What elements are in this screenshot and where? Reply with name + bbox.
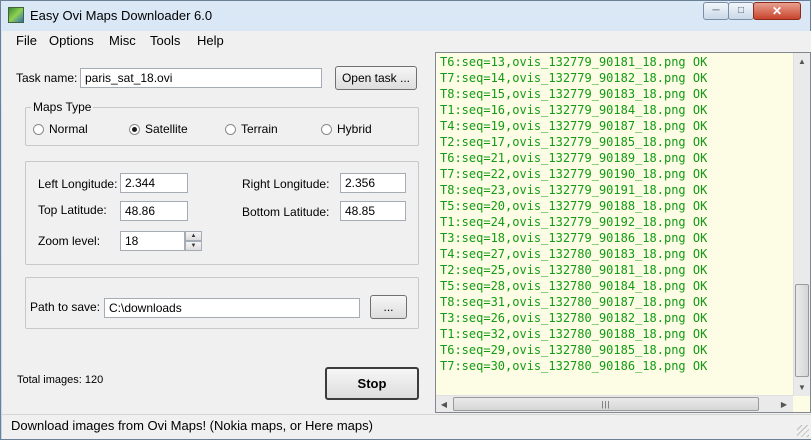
- horizontal-scrollbar[interactable]: ◀ ||| ▶: [436, 395, 793, 412]
- top-latitude-input[interactable]: 48.86: [120, 201, 188, 221]
- radio-selected-dot: [132, 126, 137, 132]
- scroll-left-icon[interactable]: ◀: [436, 396, 452, 412]
- menu-options-label: Options: [49, 33, 94, 48]
- bottom-latitude-label: Bottom Latitude:: [242, 205, 330, 219]
- path-to-save-label: Path to save:: [30, 300, 101, 314]
- coordinates-group: Left Longitude: 2.344 Right Longitude: 2…: [25, 161, 419, 265]
- log-line: T2:seq=17,ovis_132779_90185_18.png OK: [440, 135, 708, 149]
- close-button[interactable]: ✕: [753, 2, 801, 20]
- zoom-level-label: Zoom level:: [38, 234, 101, 248]
- log-line: T1:seq=16,ovis_132779_90184_18.png OK: [440, 103, 708, 117]
- log-line: T6:seq=29,ovis_132780_90185_18.png OK: [440, 343, 708, 357]
- right-longitude-label: Right Longitude:: [242, 177, 330, 191]
- open-task-button[interactable]: Open task ...: [335, 66, 417, 90]
- menu-misc[interactable]: Misc: [109, 33, 136, 48]
- menu-tools-label: Tools: [150, 33, 181, 48]
- log-line: T4:seq=19,ovis_132779_90187_18.png OK: [440, 119, 708, 133]
- minimize-icon: ─: [712, 5, 720, 16]
- log-line: T3:seq=18,ovis_132779_90186_18.png OK: [440, 231, 708, 245]
- menu-file-label: File: [16, 33, 37, 48]
- window-title: Easy Ovi Maps Downloader 6.0: [30, 8, 213, 23]
- radio-hybrid[interactable]: Hybrid: [321, 122, 372, 136]
- scroll-down-icon[interactable]: ▼: [794, 379, 810, 396]
- log-line: T7:seq=30,ovis_132780_90186_18.png OK: [440, 359, 708, 373]
- maps-type-title: Maps Type: [31, 100, 94, 114]
- radio-hybrid-circle: [321, 123, 332, 135]
- radio-normal-circle: [33, 123, 44, 135]
- menu-misc-label: Misc: [109, 33, 136, 48]
- task-name-input[interactable]: paris_sat_18.ovi: [80, 68, 322, 88]
- log-line: T4:seq=27,ovis_132780_90183_18.png OK: [440, 247, 708, 261]
- menu-help-label: Help: [197, 33, 224, 48]
- path-group: Path to save: C:\downloads ...: [25, 277, 419, 329]
- log-line: T2:seq=25,ovis_132780_90181_18.png OK: [440, 263, 708, 277]
- radio-terrain-circle: [225, 123, 236, 135]
- title-bar: Easy Ovi Maps Downloader 6.0 ─ □ ✕: [1, 1, 810, 31]
- log-line: T7:seq=22,ovis_132779_90190_18.png OK: [440, 167, 708, 181]
- maximize-button[interactable]: □: [728, 2, 754, 20]
- log-line: T5:seq=28,ovis_132780_90184_18.png OK: [440, 279, 708, 293]
- right-longitude-input[interactable]: 2.356: [340, 173, 406, 193]
- resize-grip-icon[interactable]: [797, 425, 809, 437]
- log-lines: T6:seq=13,ovis_132779_90181_18.png OK T7:…: [440, 54, 707, 374]
- radio-satellite-circle: [129, 123, 140, 135]
- horizontal-scroll-thumb[interactable]: |||: [453, 397, 759, 411]
- spin-up-icon[interactable]: ▲: [185, 231, 202, 241]
- status-text: Download images from Ovi Maps! (Nokia ma…: [11, 418, 373, 433]
- top-latitude-label: Top Latitude:: [38, 203, 107, 217]
- log-line: T1:seq=32,ovis_132780_90188_18.png OK: [440, 327, 708, 341]
- bottom-latitude-input[interactable]: 48.85: [340, 201, 406, 221]
- path-to-save-input[interactable]: C:\downloads: [104, 298, 360, 318]
- menu-tools[interactable]: Tools: [150, 33, 180, 48]
- menu-options[interactable]: Options: [49, 33, 94, 48]
- menu-file[interactable]: File: [16, 33, 37, 48]
- zoom-level-input[interactable]: 18: [120, 231, 185, 251]
- radio-normal[interactable]: Normal: [33, 122, 88, 136]
- radio-terrain[interactable]: Terrain: [225, 122, 278, 136]
- log-panel[interactable]: T6:seq=13,ovis_132779_90181_18.png OK T7:…: [435, 52, 811, 413]
- scroll-up-icon[interactable]: ▲: [794, 53, 810, 70]
- maximize-icon: □: [737, 5, 745, 16]
- status-bar: Download images from Ovi Maps! (Nokia ma…: [2, 414, 811, 439]
- vertical-scrollbar[interactable]: ▲ ▼: [793, 53, 810, 396]
- log-line: T6:seq=13,ovis_132779_90181_18.png OK: [440, 55, 708, 69]
- task-name-label: Task name:: [16, 71, 78, 85]
- scroll-right-icon[interactable]: ▶: [776, 396, 792, 412]
- radio-hybrid-label: Hybrid: [337, 122, 372, 136]
- stop-button[interactable]: Stop: [325, 367, 419, 400]
- log-line: T6:seq=21,ovis_132779_90189_18.png OK: [440, 151, 708, 165]
- menu-bar: File Options Misc Tools Help: [2, 31, 811, 51]
- menu-help[interactable]: Help: [197, 33, 224, 48]
- log-line: T7:seq=14,ovis_132779_90182_18.png OK: [440, 71, 708, 85]
- spin-down-icon[interactable]: ▼: [185, 241, 202, 251]
- app-icon: [8, 7, 24, 23]
- log-line: T8:seq=15,ovis_132779_90183_18.png OK: [440, 87, 708, 101]
- total-images-text: Total images: 120: [17, 374, 104, 386]
- close-icon: ✕: [771, 4, 783, 18]
- log-line: T8:seq=31,ovis_132780_90187_18.png OK: [440, 295, 708, 309]
- minimize-button[interactable]: ─: [703, 2, 729, 20]
- log-line: T8:seq=23,ovis_132779_90191_18.png OK: [440, 183, 708, 197]
- left-longitude-input[interactable]: 2.344: [120, 173, 188, 193]
- zoom-spinner[interactable]: ▲ ▼: [185, 231, 202, 251]
- log-line: T1:seq=24,ovis_132779_90192_18.png OK: [440, 215, 708, 229]
- radio-satellite[interactable]: Satellite: [129, 122, 188, 136]
- radio-satellite-label: Satellite: [145, 122, 188, 136]
- browse-button[interactable]: ...: [370, 295, 407, 319]
- vertical-scroll-thumb[interactable]: [795, 284, 809, 377]
- log-line: T5:seq=20,ovis_132779_90188_18.png OK: [440, 199, 708, 213]
- log-line: T3:seq=26,ovis_132780_90182_18.png OK: [440, 311, 708, 325]
- left-longitude-label: Left Longitude:: [38, 177, 118, 191]
- radio-normal-label: Normal: [49, 122, 88, 136]
- app-window: Easy Ovi Maps Downloader 6.0 ─ □ ✕ File …: [0, 0, 811, 440]
- main-panel: Task name: paris_sat_18.ovi Open task ..…: [2, 51, 811, 414]
- maps-type-group: Maps Type Normal Satellite Terrain Hybri…: [25, 100, 419, 146]
- radio-terrain-label: Terrain: [241, 122, 278, 136]
